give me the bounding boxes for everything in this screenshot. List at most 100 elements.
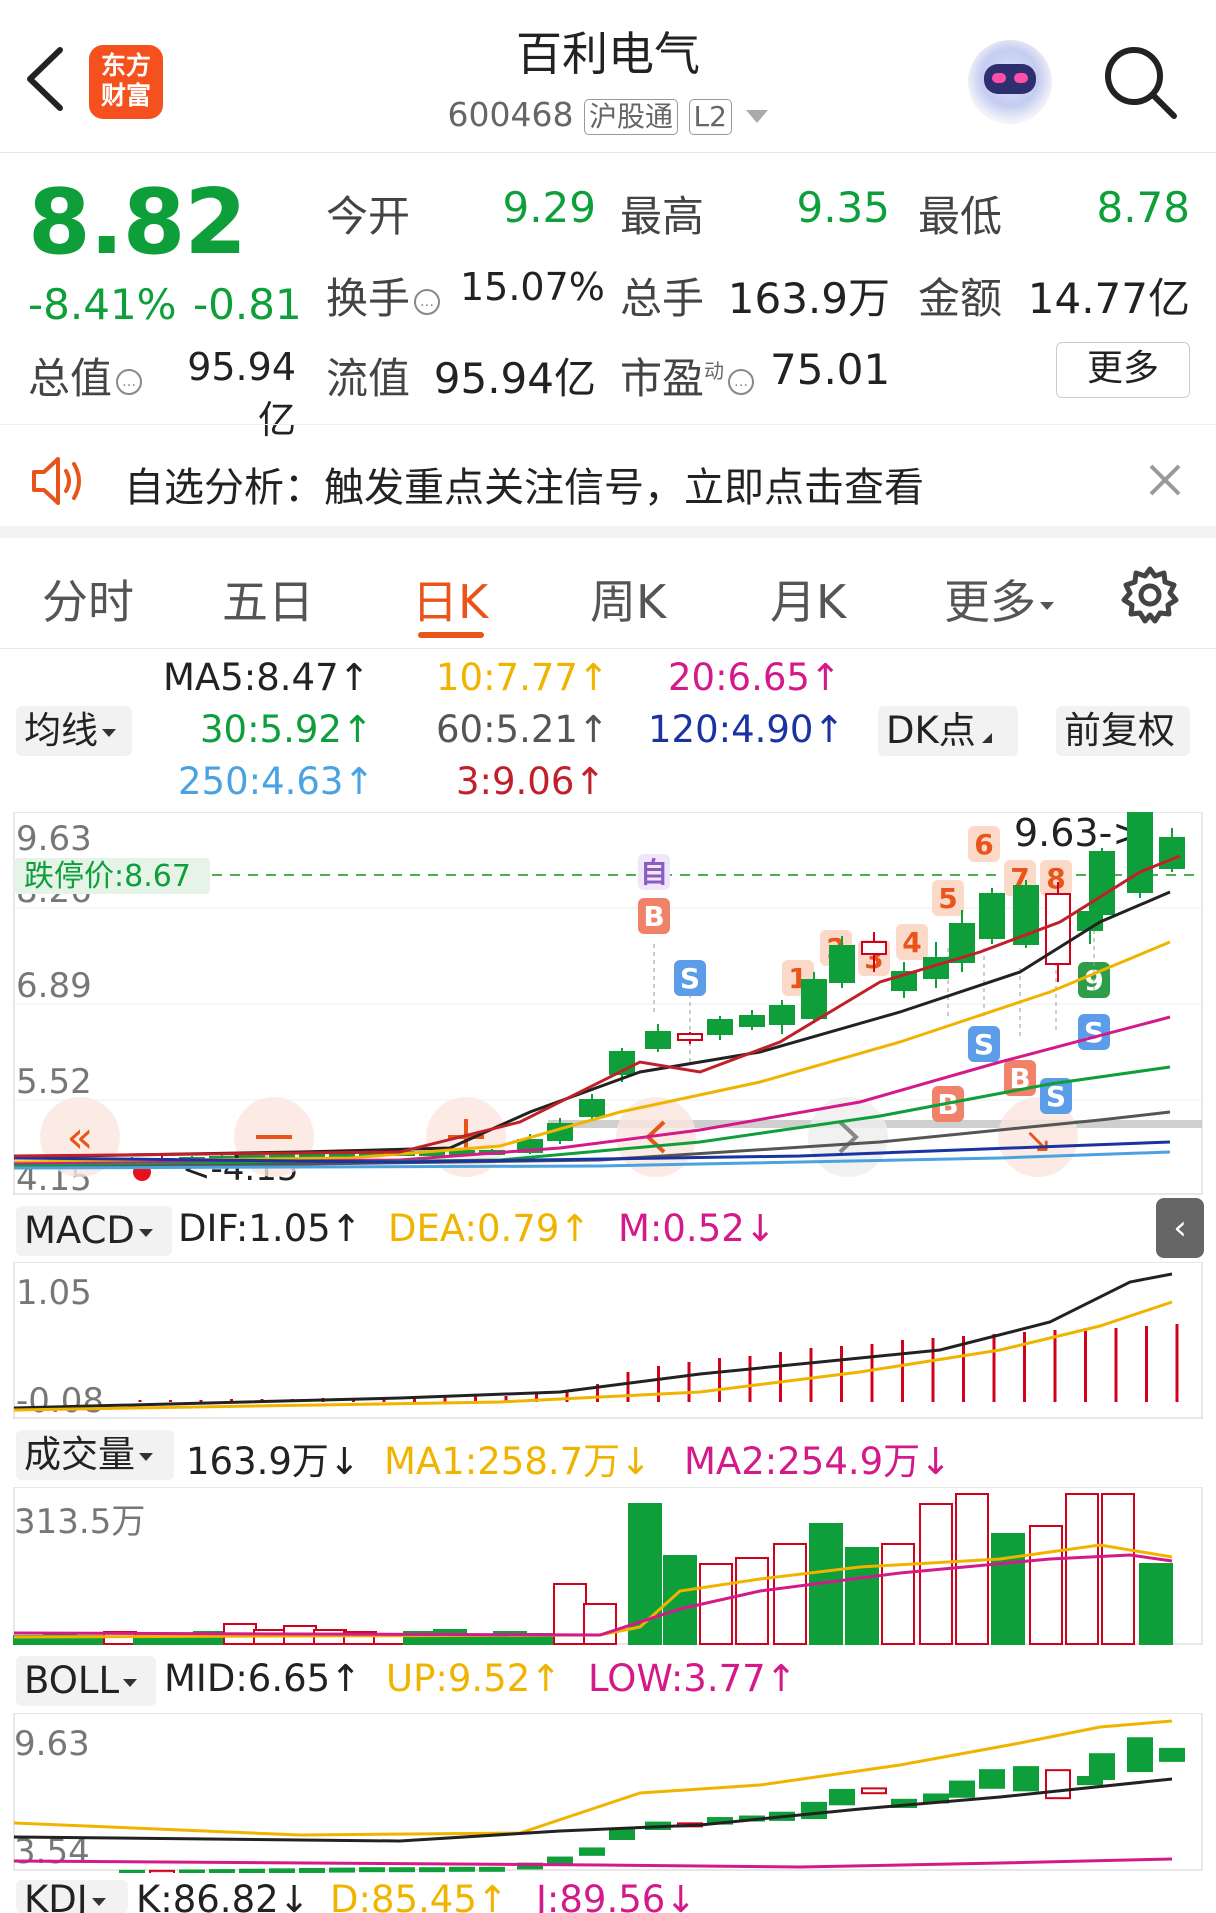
dea-line (13, 1300, 1173, 1412)
marker-sell-text: S (974, 1028, 994, 1061)
tab-weekly-k[interactable]: 周K (590, 566, 666, 632)
volume-bar (773, 1543, 807, 1645)
volume-bar (735, 1557, 769, 1645)
tab-timeshare[interactable]: 分时 (42, 566, 134, 632)
macd-m: M:0.52↓ (618, 1207, 776, 1250)
ma20-label: 20:6.65↑ (668, 656, 841, 699)
boll-mid: MID:6.65↑ (164, 1657, 362, 1700)
macd-selector-label: MACD (24, 1209, 135, 1252)
boll-candle (1045, 1769, 1071, 1800)
count-label-5-text: 5 (938, 882, 957, 915)
volume-bar (881, 1543, 915, 1645)
boll-low-line (13, 1857, 1173, 1869)
amount-value: 14.77亿 (1027, 274, 1190, 323)
marker-sell: S (1078, 1014, 1110, 1050)
pe-sup: 动 (704, 359, 725, 383)
candle-body (707, 1019, 733, 1035)
volume-bar (955, 1493, 989, 1645)
candle-body (739, 1015, 765, 1027)
macd-dif: DIF:1.05↑ (178, 1207, 362, 1250)
kdj-k: K:86.82↓ (136, 1878, 310, 1913)
volume-value: 163.9万 (727, 274, 890, 323)
count-label-6-text: 6 (974, 828, 993, 861)
alert-banner[interactable]: 自选分析：触发重点关注信号，立即点击查看 (0, 424, 1216, 538)
info-icon: … (414, 288, 441, 315)
ma5-label: MA5:8.47↑ (163, 656, 370, 699)
candle-body (1089, 851, 1115, 915)
candlestick-chart[interactable]: 9.63 8.26 6.89 5.52 4.15 跌停价:8.67 9.63->… (0, 812, 1216, 1197)
limit-down-label: 跌停价:8.67 (24, 859, 191, 894)
high-value: 9.35 (796, 183, 890, 232)
l2-tag: L2 (688, 98, 732, 135)
tab-monthly-k[interactable]: 月K (770, 566, 846, 632)
pe-label-text: 市盈 (620, 354, 705, 403)
volume-selector[interactable]: 成交量 (16, 1430, 174, 1480)
pe-label[interactable]: 市盈动… (620, 345, 755, 406)
more-quote-button[interactable]: 更多 (1056, 342, 1190, 398)
float-value: 95.94亿 (433, 354, 596, 403)
change-amount: -0.81 (193, 280, 302, 329)
count-label-8-text: 8 (1046, 862, 1065, 895)
boll-selector[interactable]: BOLL (16, 1656, 156, 1706)
candle-body (769, 1005, 795, 1025)
mktcap-label[interactable]: 总值… (28, 345, 143, 406)
boll-candle (329, 1867, 355, 1873)
boll-low: LOW:3.77↑ (588, 1657, 797, 1700)
low-value: 8.78 (1096, 183, 1190, 232)
boll-candle (1159, 1747, 1185, 1762)
volume-bar (845, 1547, 879, 1645)
kdj-selector[interactable]: KDJ (16, 1880, 128, 1913)
gear-icon[interactable] (1120, 565, 1180, 625)
candle-body (861, 941, 887, 955)
macd-y-top: 1.05 (16, 1273, 92, 1313)
alert-text: 自选分析：触发重点关注信号，立即点击查看 (124, 465, 924, 511)
boll-candle (359, 1867, 385, 1873)
dif-line (13, 1272, 1173, 1410)
high-marker: 9.63-> (1014, 812, 1144, 855)
boll-candle (609, 1829, 635, 1840)
hgt-tag: 沪股通 (584, 98, 679, 135)
float-label: 流值 (326, 354, 411, 403)
collapse-panel-button[interactable]: ‹ (1156, 1198, 1204, 1258)
marker-sell: S (674, 960, 706, 996)
low-label: 最低 (918, 192, 1003, 241)
macd-selector[interactable]: MACD (16, 1206, 172, 1256)
boll-candle (389, 1867, 415, 1873)
boll-candle (861, 1787, 887, 1795)
marker-sell: S (968, 1026, 1000, 1062)
volume-bar (1101, 1493, 1135, 1645)
close-icon[interactable] (1148, 463, 1182, 497)
adjust-selector[interactable]: 前复权 (1056, 706, 1190, 756)
count-label-8: 8 (1040, 860, 1072, 896)
tab-five-day[interactable]: 五日 (222, 566, 314, 632)
volume-label: 总手 (620, 274, 705, 323)
ma30-label: 30:5.92↑ (200, 708, 373, 751)
dropdown-caret-icon (91, 1897, 106, 1906)
ma-selector[interactable]: 均线 (16, 706, 132, 756)
volume-bar (1139, 1563, 1173, 1645)
ma60-label: 60:5.21↑ (436, 708, 609, 751)
dropdown-caret-icon (102, 728, 116, 737)
tab-more[interactable]: 更多 (944, 566, 1054, 632)
ma3-label: 3:9.06↑ (456, 760, 606, 803)
marker-sell-text: S (1084, 1016, 1104, 1049)
boll-candle (829, 1788, 855, 1806)
dropdown-caret-icon (1040, 601, 1054, 610)
turnover-label[interactable]: 换手… (326, 265, 441, 326)
boll-candle (239, 1868, 265, 1873)
boll-candle (1089, 1753, 1115, 1780)
search-icon[interactable] (1100, 42, 1180, 122)
marker-sell-text: S (680, 962, 700, 995)
macd-y-bottom: -0.08 (16, 1381, 104, 1421)
stock-code: 600468 (447, 95, 574, 134)
dk-point-button[interactable]: DK点 (878, 706, 1018, 756)
tab-daily-k[interactable]: 日K (412, 566, 488, 632)
candle-body (677, 1033, 703, 1041)
kdj-selector-label: KDJ (24, 1880, 88, 1913)
kdj-j: J:89.56↓ (536, 1878, 697, 1913)
candle-body (1127, 812, 1153, 893)
volume-selector-label: 成交量 (24, 1433, 135, 1476)
robot-assistant-icon[interactable] (968, 40, 1052, 124)
open-label: 今开 (326, 192, 411, 241)
y-tick-top: 9.63 (16, 819, 92, 859)
